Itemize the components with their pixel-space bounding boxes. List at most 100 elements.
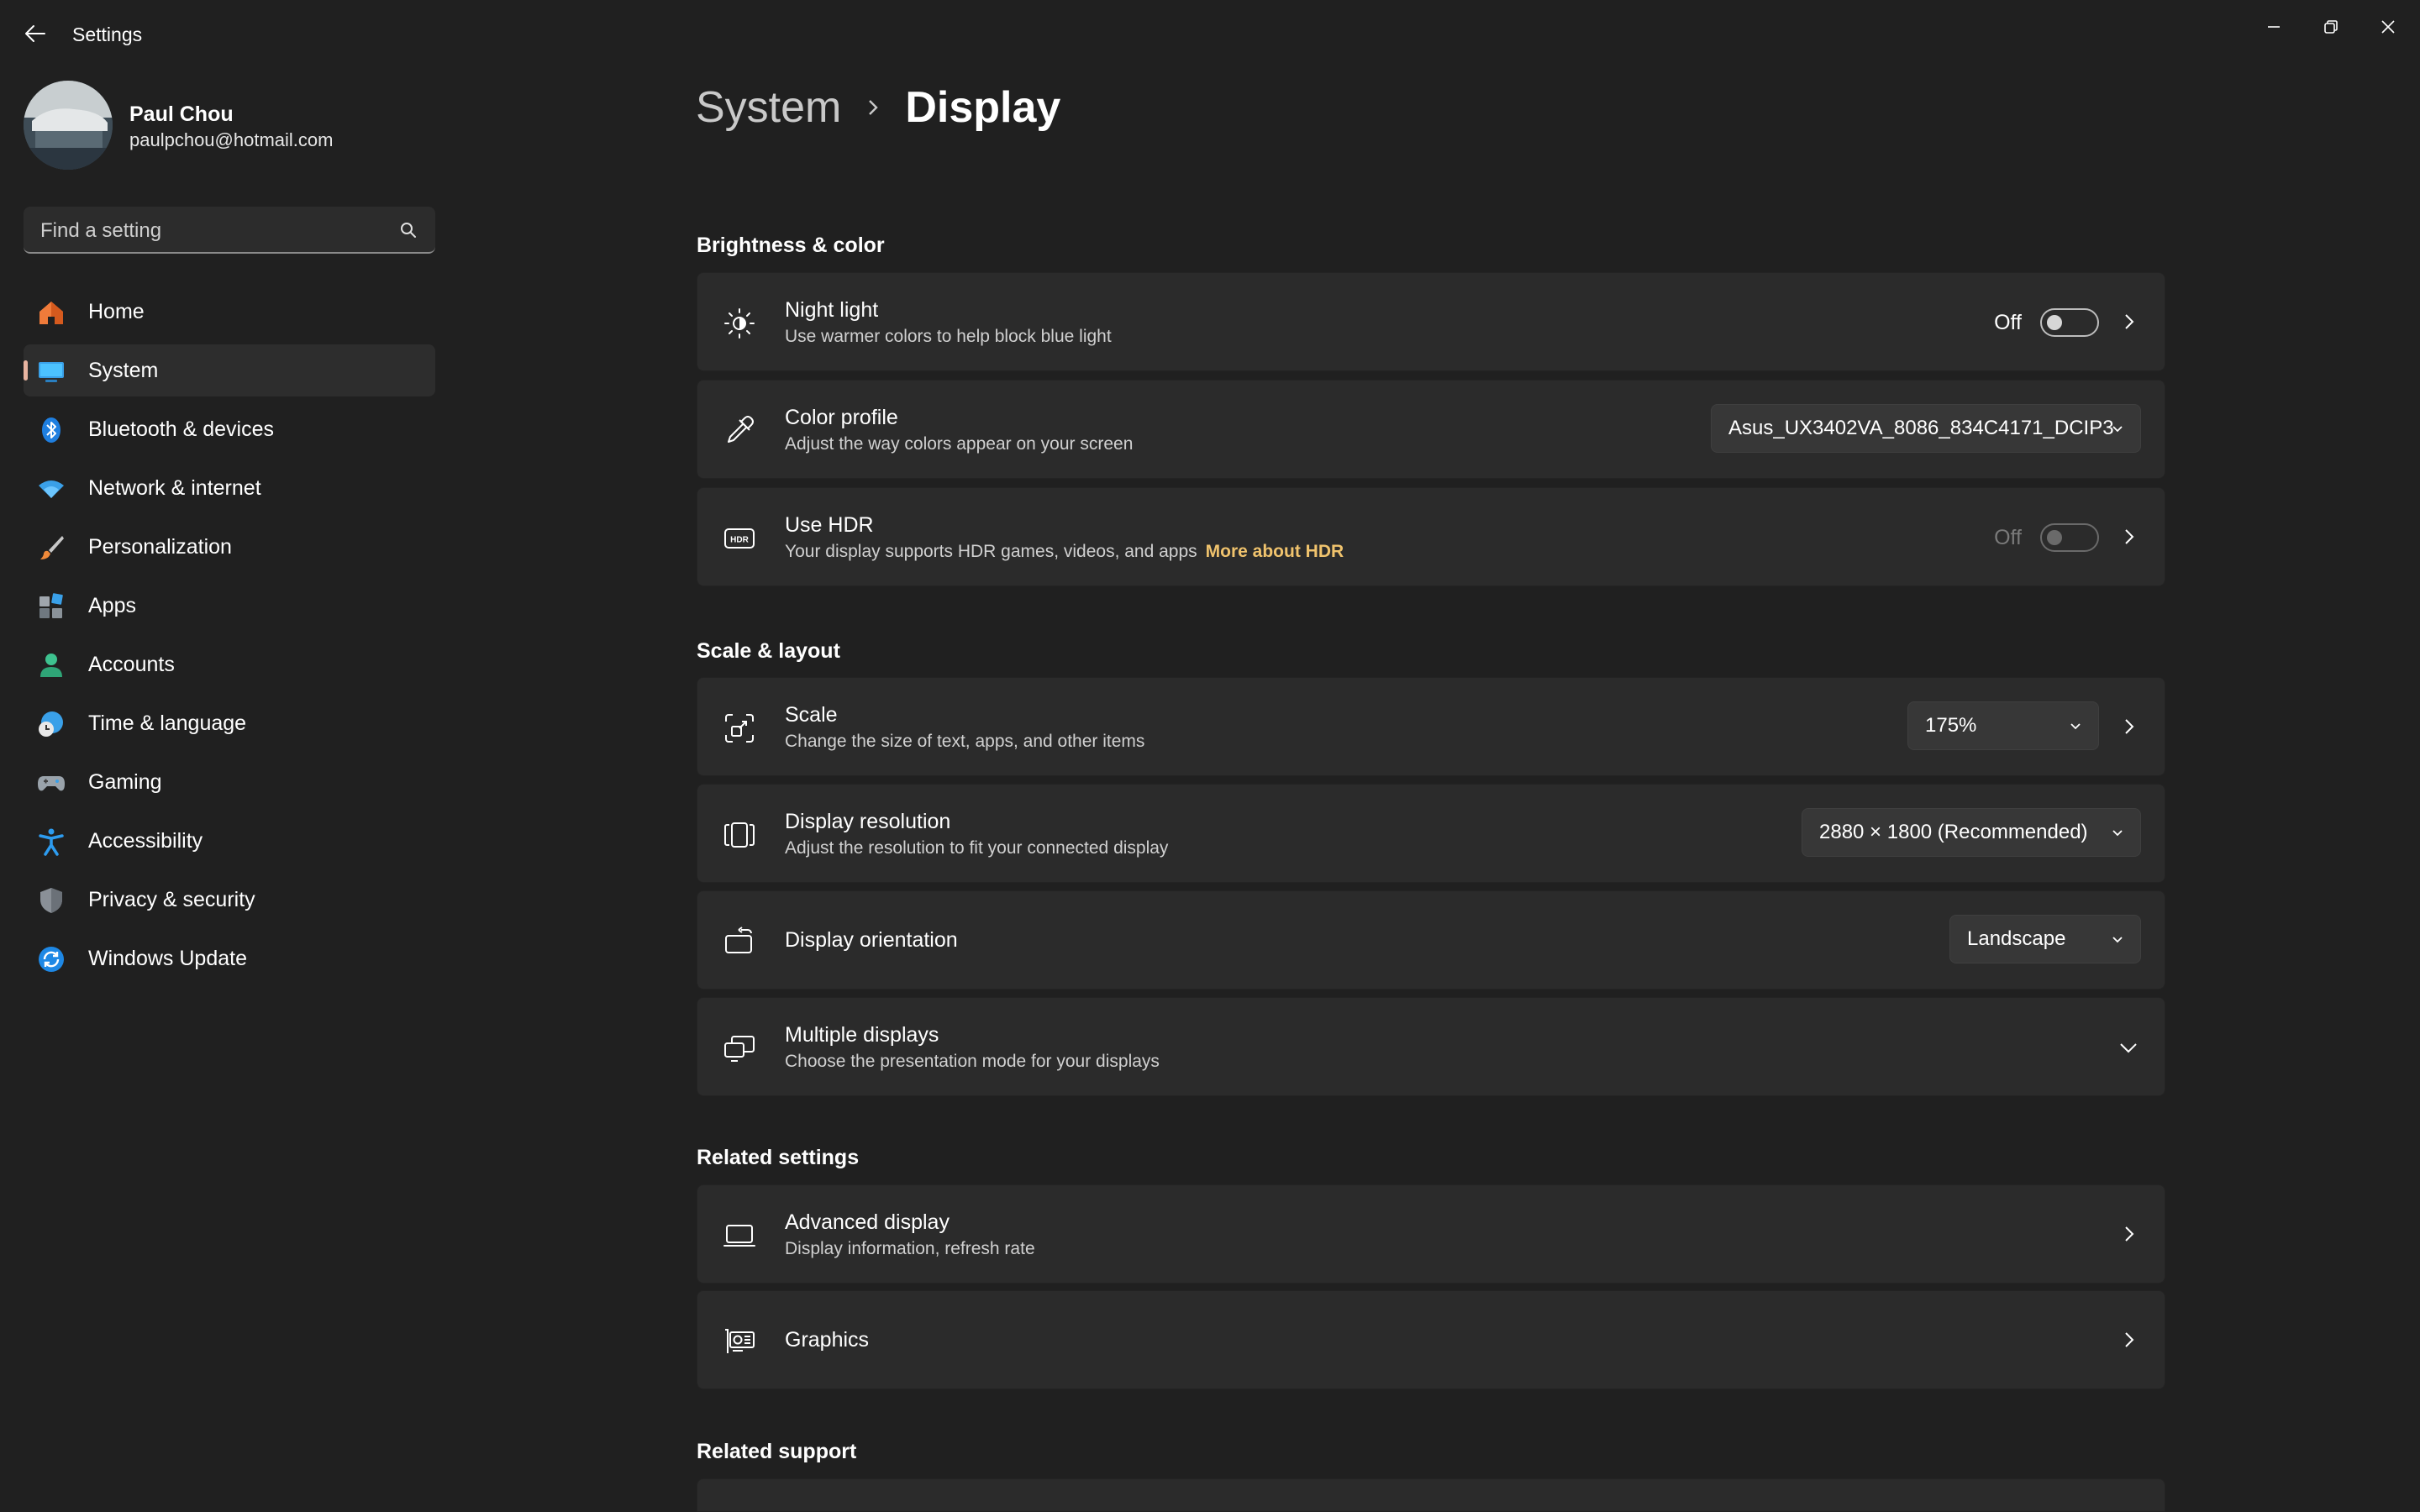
toggle-knob — [2047, 315, 2062, 330]
chevron-down-icon[interactable] — [2118, 1038, 2139, 1058]
chevron-right-icon — [865, 97, 881, 118]
sidebar-item-personalization[interactable]: Personalization — [24, 521, 435, 573]
sidebar-item-gaming[interactable]: Gaming — [24, 756, 435, 808]
sidebar-item-home[interactable]: Home — [24, 286, 435, 338]
hdr-toggle[interactable] — [2040, 523, 2099, 552]
night-light-title: Night light — [785, 298, 879, 322]
more-about-hdr-link[interactable]: More about HDR — [1206, 542, 1344, 561]
sidebar-item-label: Gaming — [88, 769, 162, 794]
toggle-knob — [2047, 530, 2062, 545]
page-title: Display — [905, 83, 1061, 132]
hdr-toggle-label: Off — [1994, 525, 2022, 549]
chevron-right-icon[interactable] — [2119, 527, 2139, 547]
sidebar-item-system[interactable]: System — [24, 344, 435, 396]
sidebar-item-windows-update[interactable]: Windows Update — [24, 932, 435, 984]
multiple-displays-title: Multiple displays — [785, 1023, 939, 1047]
hdr-card[interactable]: HDR Use HDR Your display supports HDR ga… — [697, 487, 2165, 586]
display-resolution-dropdown[interactable]: 2880 × 1800 (Recommended) — [1802, 808, 2141, 857]
search-placeholder: Find a setting — [40, 219, 162, 242]
graphics-card-icon — [725, 1329, 755, 1353]
minimize-button[interactable] — [2247, 8, 2301, 45]
advanced-display-title: Advanced display — [785, 1210, 950, 1234]
sidebar-item-bluetooth[interactable]: Bluetooth & devices — [24, 403, 435, 455]
display-orientation-card: Display orientation Landscape — [697, 890, 2165, 990]
restore-button[interactable] — [2304, 8, 2358, 45]
hdr-title: Use HDR — [785, 513, 874, 537]
display-resolution-card: Display resolution Adjust the resolution… — [697, 784, 2165, 883]
breadcrumb-parent[interactable]: System — [696, 82, 841, 133]
color-profile-title: Color profile — [785, 406, 898, 429]
sidebar-item-privacy-security[interactable]: Privacy & security — [24, 874, 435, 926]
advanced-display-subtitle: Display information, refresh rate — [785, 1239, 1035, 1258]
search-input[interactable]: Find a setting — [24, 207, 435, 254]
brush-icon — [37, 533, 66, 562]
related-support-card[interactable] — [697, 1478, 2165, 1512]
sidebar-item-accounts[interactable]: Accounts — [24, 638, 435, 690]
display-orientation-title: Display orientation — [785, 928, 958, 952]
display-orientation-dropdown[interactable]: Landscape — [1949, 915, 2141, 963]
wifi-icon — [37, 475, 66, 503]
chevron-right-icon[interactable] — [2119, 717, 2139, 737]
minimize-icon — [2268, 26, 2280, 28]
section-title-related-settings: Related settings — [697, 1146, 860, 1169]
back-button[interactable] — [20, 18, 50, 49]
sidebar-item-label: Apps — [88, 593, 136, 617]
graphics-card[interactable]: Graphics — [697, 1290, 2165, 1389]
sidebar-nav: Home System Bluetooth & devices Network … — [24, 286, 435, 991]
avatar-photo — [24, 81, 113, 170]
app-title: Settings — [72, 24, 143, 45]
system-icon — [37, 357, 66, 386]
sidebar-item-network[interactable]: Network & internet — [24, 462, 435, 514]
apps-icon — [37, 592, 66, 621]
title-bar: Settings — [0, 0, 2420, 71]
sidebar-item-label: System — [88, 358, 159, 382]
section-title-related-support: Related support — [697, 1440, 857, 1463]
night-light-card[interactable]: Night light Use warmer colors to help bl… — [697, 272, 2165, 371]
display-resolution-value: 2880 × 1800 (Recommended) — [1819, 821, 2088, 843]
scale-dropdown[interactable]: 175% — [1907, 701, 2099, 750]
profile-email: paulpchou@hotmail.com — [129, 129, 334, 150]
sidebar-item-label: Personalization — [88, 534, 232, 559]
multiple-displays-subtitle: Choose the presentation mode for your di… — [785, 1052, 1160, 1071]
chevron-right-icon[interactable] — [2119, 1224, 2139, 1244]
chevron-down-icon — [2070, 723, 2081, 730]
color-profile-value: Asus_UX3402VA_8086_834C4171_DCIP3 — [1728, 417, 2114, 439]
scale-icon — [725, 714, 754, 743]
night-light-subtitle: Use warmer colors to help block blue lig… — [785, 327, 1112, 346]
display-orientation-value: Landscape — [1967, 927, 2066, 950]
resolution-icon — [724, 822, 755, 848]
clock-globe-icon — [37, 710, 66, 738]
scale-card[interactable]: Scale Change the size of text, apps, and… — [697, 677, 2165, 776]
eyedropper-icon — [728, 416, 754, 443]
scale-title: Scale — [785, 703, 838, 727]
svg-text:HDR: HDR — [730, 536, 749, 545]
color-profile-subtitle: Adjust the way colors appear on your scr… — [785, 434, 1134, 454]
restore-icon — [2324, 20, 2338, 34]
hdr-toggle-wrap: Off — [1994, 523, 2099, 552]
sidebar-item-label: Time & language — [88, 711, 247, 735]
sidebar-item-label: Accessibility — [88, 828, 203, 853]
night-light-toggle[interactable] — [2040, 308, 2099, 337]
user-profile[interactable]: Paul Chou paulpchou@hotmail.com — [24, 81, 444, 173]
multiple-displays-card[interactable]: Multiple displays Choose the presentatio… — [697, 997, 2165, 1096]
advanced-display-card[interactable]: Advanced display Display information, re… — [697, 1184, 2165, 1284]
sidebar-item-apps[interactable]: Apps — [24, 580, 435, 632]
multiple-displays-icon — [724, 1036, 755, 1062]
sidebar-item-accessibility[interactable]: Accessibility — [24, 815, 435, 867]
close-button[interactable] — [2361, 8, 2415, 45]
sidebar-item-time-language[interactable]: Time & language — [24, 697, 435, 749]
chevron-right-icon[interactable] — [2119, 1330, 2139, 1350]
sidebar-item-label: Home — [88, 299, 145, 323]
search-icon[interactable] — [398, 220, 418, 240]
close-icon — [2381, 20, 2395, 34]
color-profile-card: Color profile Adjust the way colors appe… — [697, 380, 2165, 479]
breadcrumb: System Display — [696, 82, 1060, 133]
orientation-icon — [725, 927, 752, 953]
update-icon — [37, 945, 66, 974]
hdr-subtitle: Your display supports HDR games, videos,… — [785, 542, 1197, 561]
chevron-right-icon[interactable] — [2119, 312, 2139, 332]
laptop-icon — [723, 1225, 755, 1247]
shield-icon — [37, 886, 66, 915]
color-profile-dropdown[interactable]: Asus_UX3402VA_8086_834C4171_DCIP3 — [1711, 404, 2141, 453]
hdr-icon: HDR — [724, 528, 755, 549]
